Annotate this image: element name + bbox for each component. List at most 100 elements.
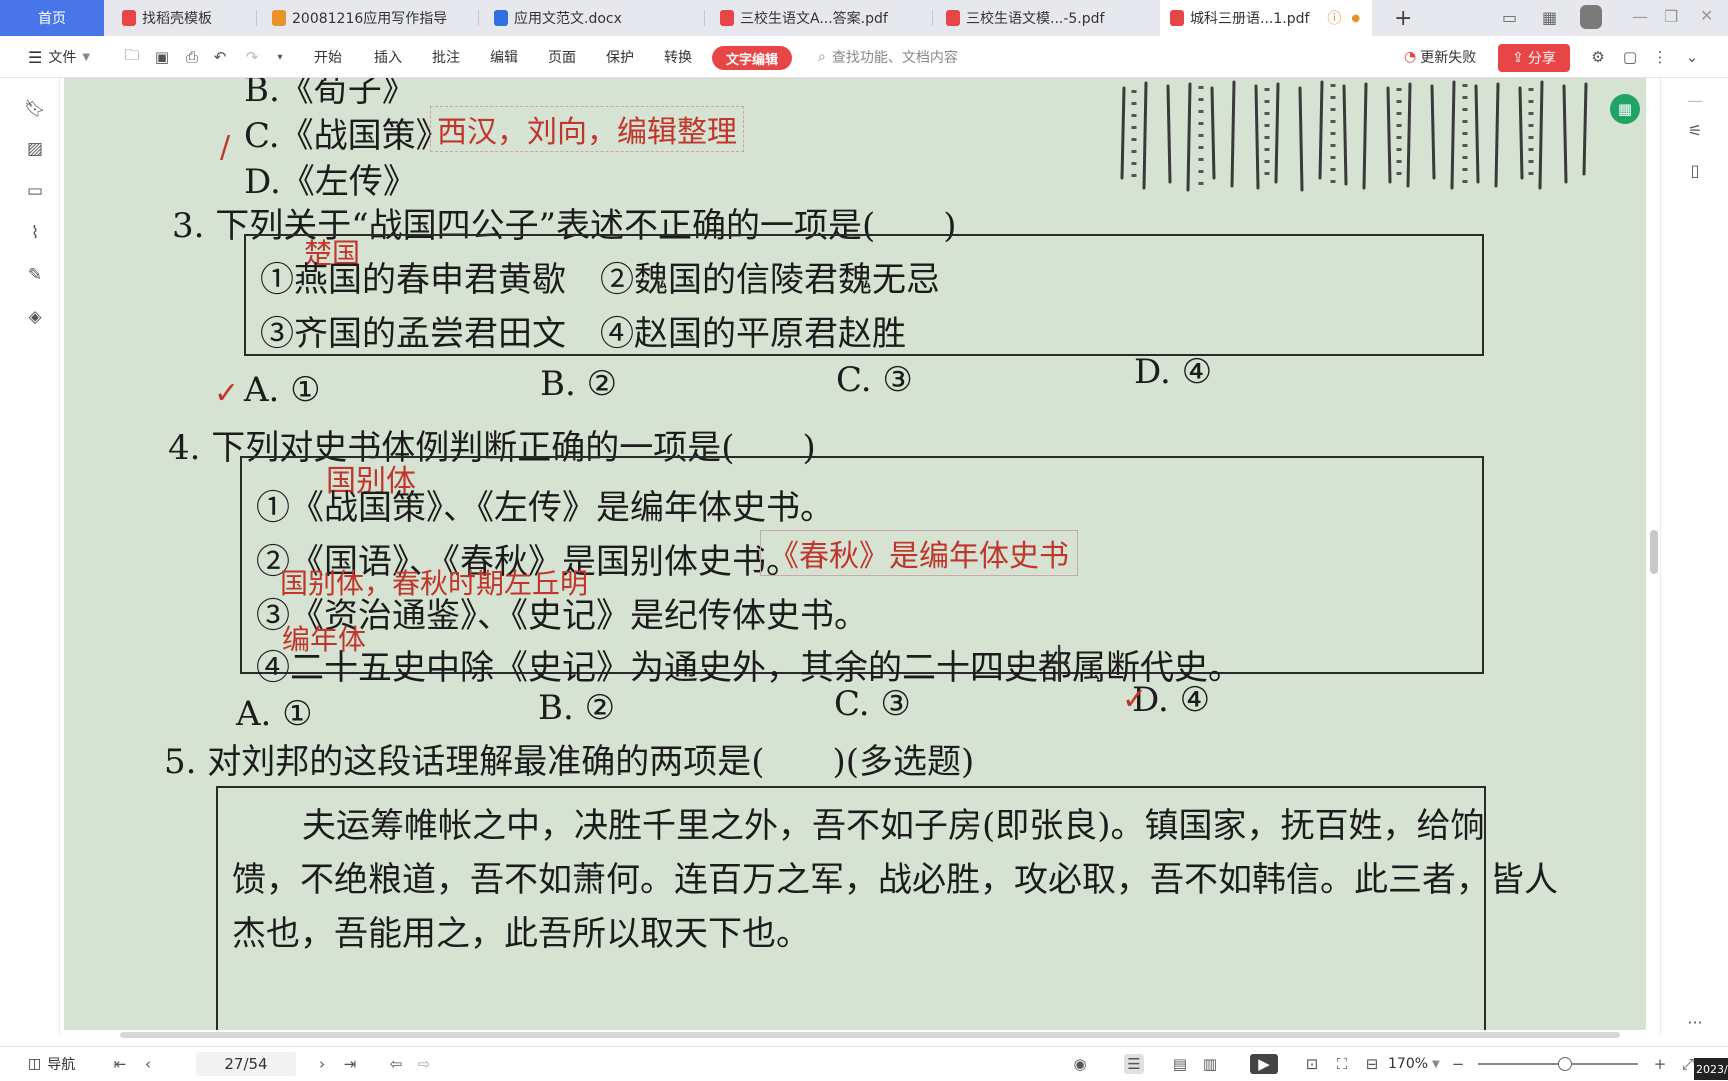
tab-template[interactable]: 找稻壳模板 [112, 0, 252, 36]
update-status[interactable]: ◔ 更新失败 [1404, 36, 1476, 78]
file-menu[interactable]: ☰ 文件 ▼ [28, 36, 90, 78]
pdf-file-icon [720, 10, 734, 26]
zoom-in-icon[interactable]: + [1650, 1054, 1670, 1074]
zoom-select[interactable]: 170% ▼ [1388, 1047, 1440, 1081]
q4-line2-annotation[interactable]: 《春秋》是编年体史书 [760, 530, 1078, 576]
comment-panel-icon[interactable]: ▭ [24, 180, 46, 202]
pdf-file-icon [946, 10, 960, 26]
vertical-scrollbar[interactable] [1650, 530, 1658, 574]
back-icon[interactable]: ⇦ [386, 1054, 406, 1074]
forward-icon[interactable]: ⇨ [414, 1054, 434, 1074]
page-number-input[interactable]: 27/54 [196, 1052, 296, 1076]
tab-pdf-answer[interactable]: 三校生语文A...答案.pdf [710, 0, 930, 36]
tab-home[interactable]: 首页 [0, 0, 104, 36]
menu-start[interactable]: 开始 [314, 36, 342, 78]
zoom-out-icon[interactable]: − [1448, 1054, 1468, 1074]
q5-para-line-1: 夫运筹帷帐之中，决胜千里之外，吾不如子房(即张良)。镇国家，抚百姓，给饷 [302, 806, 1485, 846]
pdf-page: B.《荀子》 C.《战国策》 西汉，刘向，编辑整理 / D.《左传》 3. 下列… [64, 78, 1646, 1030]
avatar[interactable] [1580, 5, 1602, 29]
zoom-level: 170% [1388, 1056, 1429, 1072]
search-icon: ⌕ [818, 49, 826, 65]
menu-edit[interactable]: 编辑 [490, 36, 518, 78]
adjust-icon[interactable]: ⚟ [1683, 118, 1707, 142]
menu-insert[interactable]: 插入 [374, 36, 402, 78]
update-status-label: 更新失败 [1420, 50, 1477, 66]
save-icon[interactable]: ▣ [152, 47, 172, 67]
ppt-file-icon [272, 10, 286, 26]
redo-icon[interactable]: ↷ [242, 47, 262, 67]
search-field[interactable]: ⌕ 查找功能、文档内容 [818, 36, 958, 78]
layers-icon[interactable]: ◈ [24, 306, 46, 328]
q4-choice-a: A. ① [236, 694, 313, 734]
tab-writing-guide[interactable]: 20081216应用写作指导 [262, 0, 472, 36]
fit-page-icon[interactable]: ⛶ [1332, 1054, 1352, 1074]
grid-icon[interactable]: ▦ [1542, 8, 1557, 27]
menu-annotate[interactable]: 批注 [432, 36, 460, 78]
calligraphy-image [1120, 80, 1588, 192]
q3-choice-d: D. ④ [1134, 352, 1213, 392]
last-page-icon[interactable]: ⇥ [340, 1054, 360, 1074]
next-page-icon[interactable]: › [312, 1054, 332, 1074]
collapse-ribbon-icon[interactable]: ⌄ [1682, 47, 1702, 67]
q5-para-line-2: 馈，不绝粮道，吾不如萧何。连百万之军，战必胜，攻必取，吾不如韩信。此三者，皆人 [232, 860, 1558, 900]
signature-icon[interactable]: ✎ [24, 264, 46, 286]
thumbnail-icon[interactable]: ▨ [24, 138, 46, 160]
taskbar-date: 2023/ [1694, 1058, 1728, 1080]
nav-toggle[interactable]: ◫ 导航 [28, 1047, 75, 1081]
horizontal-scrollbar[interactable] [120, 1032, 1620, 1038]
sidebar-toggle-icon: ◫ [28, 1056, 42, 1072]
prev-page-icon[interactable]: ‹ [138, 1054, 158, 1074]
fit-width-icon[interactable]: ⊟ [1362, 1054, 1382, 1074]
more-options-icon[interactable]: ··· [1683, 1010, 1707, 1034]
left-sidebar: 🔖︎ ▨ ▭ ⌇ ✎ ◈ [0, 78, 60, 1034]
comment-icon[interactable]: ▢ [1620, 47, 1640, 67]
q2-option-b: B.《荀子》 [244, 78, 416, 110]
continuous-view-icon[interactable]: ▤ [1170, 1054, 1190, 1074]
zoom-slider-knob[interactable] [1558, 1057, 1572, 1071]
open-folder-icon[interactable]: 🗀 [122, 46, 142, 67]
q5-para-line-3: 杰也，吾能用之，此吾所以取天下也。 [232, 914, 810, 954]
q2-annotation[interactable]: 西汉，刘向，编辑整理 [430, 106, 744, 152]
minimize-icon[interactable]: — [1632, 7, 1648, 26]
q2-option-d: D.《左传》 [244, 162, 417, 202]
play-icon[interactable]: ▶ [1250, 1054, 1278, 1074]
more-dropdown-icon[interactable]: ▾ [270, 47, 290, 67]
search-placeholder: 查找功能、文档内容 [831, 50, 958, 66]
text-edit-button[interactable]: 文字编辑 [712, 46, 792, 70]
share-button[interactable]: ⇪ 分享 [1498, 44, 1570, 72]
settings-icon[interactable]: ⚙ [1588, 47, 1608, 67]
menu-convert[interactable]: 转换 [664, 36, 692, 78]
two-page-view-icon[interactable]: ▥ [1200, 1054, 1220, 1074]
pdf-file-icon [1170, 10, 1184, 26]
q5-stem: 5. 对刘邦的这段话理解最准确的两项是( )(多选题) [164, 742, 975, 782]
q3-line-2: ③齐国的孟尝君田文 ④赵国的平原君赵胜 [260, 314, 906, 354]
tab-pdf-active[interactable]: 城科三册语...1.pdf ⓘ ● [1160, 0, 1372, 36]
single-page-view-icon[interactable]: ☰ [1124, 1054, 1144, 1074]
hamburger-icon: ☰ [28, 47, 43, 67]
right-sidebar: — ⚟ ▯ ··· [1660, 78, 1728, 1034]
word-file-icon [494, 10, 508, 26]
actual-size-icon[interactable]: ⊡ [1302, 1054, 1322, 1074]
cursor-crosshair-icon: ┼ [1050, 646, 1069, 681]
tab-label: 20081216应用写作指导 [292, 11, 448, 27]
menu-page[interactable]: 页面 [548, 36, 576, 78]
first-page-icon[interactable]: ⇤ [110, 1054, 130, 1074]
spreadsheet-app-icon[interactable]: ▦ [1610, 94, 1640, 124]
q3-choice-a: A. ① [244, 370, 321, 410]
tab-pdf-mock[interactable]: 三校生语文模...-5.pdf [936, 0, 1156, 36]
undo-icon[interactable]: ↶ [210, 47, 230, 67]
new-tab-button[interactable]: + [1384, 0, 1414, 36]
attachment-icon[interactable]: ⌇ [24, 222, 46, 244]
more-icon[interactable]: ⋮ [1650, 47, 1670, 67]
window-layout-icon[interactable]: ▭ [1502, 8, 1517, 27]
answer-mark: ✓ [1122, 682, 1148, 717]
eye-protection-icon[interactable]: ◉ [1070, 1054, 1090, 1074]
tab-label: 应用文范文.docx [514, 11, 622, 27]
close-icon[interactable]: ✕ [1700, 6, 1713, 25]
bookmark-icon[interactable]: 🔖︎ [24, 98, 46, 120]
restore-icon[interactable]: ❐ [1664, 7, 1678, 26]
tab-docx[interactable]: 应用文范文.docx [484, 0, 704, 36]
print-icon[interactable]: ⎙ [182, 47, 202, 67]
menu-protect[interactable]: 保护 [606, 36, 634, 78]
reader-icon[interactable]: ▯ [1683, 158, 1707, 182]
